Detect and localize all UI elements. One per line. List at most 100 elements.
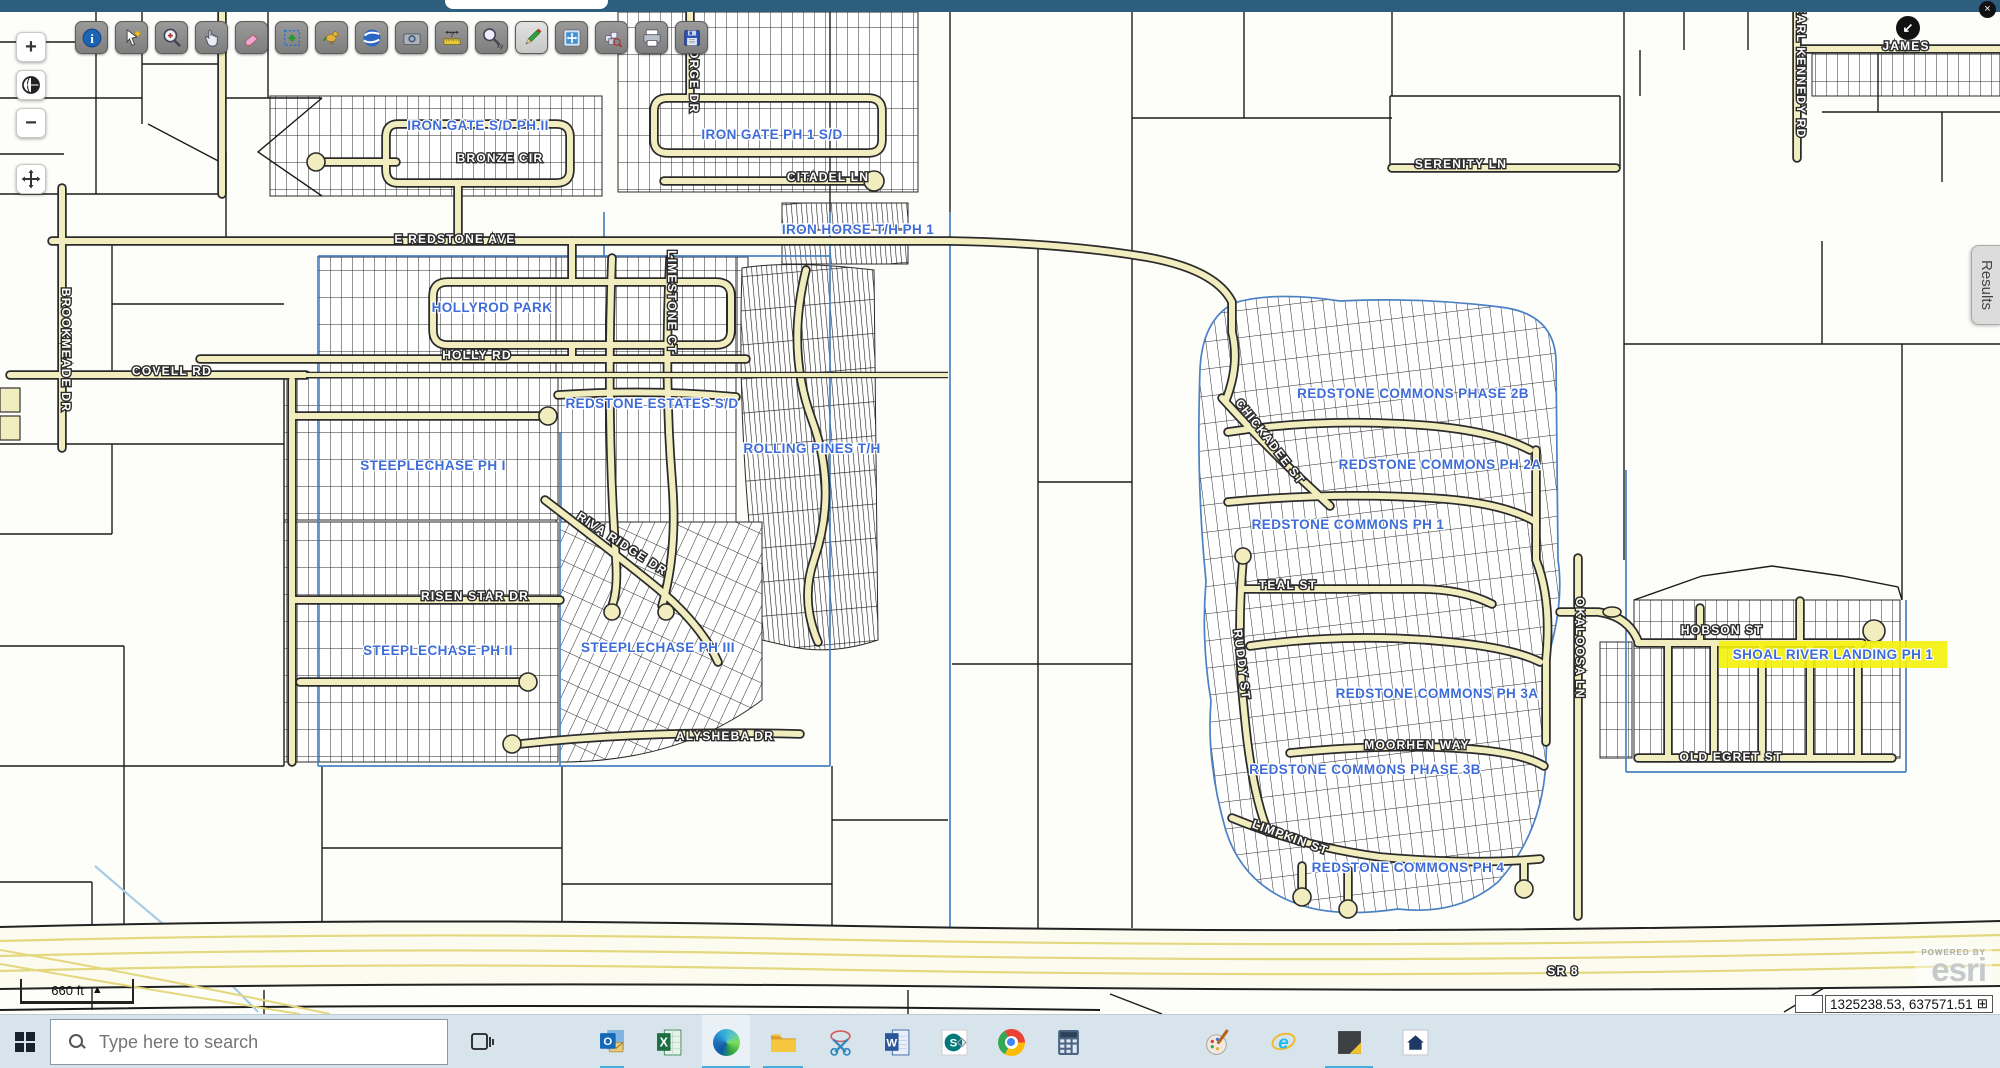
search-input[interactable] <box>97 1031 401 1054</box>
select-cursor-icon <box>119 25 145 51</box>
map-label: MOORHEN WAY <box>1364 738 1469 752</box>
taskbar-icon-paint[interactable] <box>1193 1015 1241 1068</box>
svg-text:O: O <box>603 1036 612 1048</box>
taskbar-icon-calculator[interactable] <box>1044 1015 1092 1068</box>
coordinates-expand-icon[interactable]: ⊞ <box>1977 996 1988 1012</box>
overlay-collapse-button[interactable]: ↙ <box>1896 16 1920 40</box>
map-canvas[interactable]: IRON GATE S/D PH.II IRON GATE PH 1 S/D IRO… <box>0 0 2000 1014</box>
zoom-out-button[interactable]: − <box>16 108 46 138</box>
subdivision-blocks <box>270 12 2000 913</box>
map-label: HOLLYROD PARK <box>432 300 553 315</box>
print-button[interactable] <box>635 21 668 54</box>
paint-icon <box>1204 1029 1231 1056</box>
plus-icon: + <box>25 36 37 59</box>
chrome-icon <box>998 1029 1025 1056</box>
map-label: HOBSON ST <box>1681 623 1763 637</box>
taskbar-icon-outlook[interactable]: O <box>588 1015 636 1068</box>
map-label: RISEN STAR DR <box>421 589 529 603</box>
globe-icon <box>21 75 41 95</box>
esri-watermark: POWERED BY esri <box>1915 946 1992 985</box>
photo-link-button[interactable] <box>395 21 428 54</box>
map-toolbar: i ? xy <box>75 21 708 54</box>
sharepoint-icon: S <box>941 1029 968 1056</box>
add-selection-button[interactable] <box>275 21 308 54</box>
zoom-in-button[interactable]: + <box>16 32 46 62</box>
extent-icon <box>559 25 585 51</box>
taskbar-icon-chrome[interactable] <box>987 1015 1035 1068</box>
map-label: ALYSHEBA DR <box>676 729 774 743</box>
globe-home-button[interactable] <box>16 70 46 100</box>
ie-icon: e <box>1270 1029 1297 1056</box>
map-label: BROOKMEADE DR <box>59 288 73 412</box>
pan-button[interactable] <box>195 21 228 54</box>
results-panel-tab[interactable]: Results <box>1971 245 2000 325</box>
search-coordinates-button[interactable]: xy <box>475 21 508 54</box>
taskbar-icon-property-app[interactable] <box>1391 1015 1439 1068</box>
markup-pencil-button[interactable] <box>515 21 548 54</box>
task-view-button[interactable] <box>462 1026 502 1058</box>
bird-icon <box>319 25 345 51</box>
zoom-select-button[interactable] <box>155 21 188 54</box>
query-objects-button[interactable] <box>595 21 628 54</box>
house-icon <box>1402 1029 1429 1056</box>
save-button[interactable] <box>675 21 708 54</box>
map-label: REDSTONE COMMONS PH 2A <box>1339 457 1542 472</box>
start-button[interactable] <box>10 1028 40 1056</box>
taskbar-icon-edge[interactable] <box>702 1015 750 1068</box>
map-label: OKALOOSA LN <box>1573 597 1587 698</box>
pan-position-button[interactable] <box>16 164 46 194</box>
svg-text:W: W <box>886 1037 897 1049</box>
map-label: LIMESTONE CT <box>665 250 679 354</box>
scale-label: 660 ft <box>51 983 84 998</box>
map-label: STEEPLECHASE PH II <box>363 643 513 658</box>
svg-text:S: S <box>949 1037 957 1049</box>
magnifier-plus-icon <box>159 25 185 51</box>
map-label: IRON GATE S/D PH.II <box>407 118 549 133</box>
outlook-icon: O <box>599 1029 626 1056</box>
map-label: E REDSTONE AVE <box>394 232 515 246</box>
svg-text:xy: xy <box>496 42 503 49</box>
map-label: REDSTONE COMMONS PH 4 <box>1312 860 1505 875</box>
map-label: IRON HORSE T/H PH 1 <box>782 222 934 237</box>
results-tab-label: Results <box>1978 260 1995 310</box>
map-label: REDSTONE COMMONS PHASE 3B <box>1249 762 1481 777</box>
eraser-icon <box>239 25 265 51</box>
map-label: IRON GATE PH 1 S/D <box>701 127 842 142</box>
close-button[interactable]: × <box>1979 1 1996 18</box>
measure-button[interactable]: ? <box>435 21 468 54</box>
camera-icon <box>399 25 425 51</box>
taskbar-icon-sticky-notes[interactable] <box>1325 1015 1373 1068</box>
minus-icon: − <box>25 112 37 135</box>
map-label: SHOAL RIVER LANDING PH 1 <box>1733 647 1934 662</box>
select-features-button[interactable] <box>115 21 148 54</box>
google-earth-button[interactable] <box>355 21 388 54</box>
taskbar-icon-word[interactable]: W <box>873 1015 921 1068</box>
bird-eye-button[interactable] <box>315 21 348 54</box>
map-label: SR 8 <box>1547 964 1578 978</box>
map-label: STEEPLECHASE PH III <box>581 640 735 655</box>
scale-expander-icon[interactable]: ▲ <box>92 984 103 996</box>
search-icon <box>69 1034 85 1050</box>
erase-button[interactable] <box>235 21 268 54</box>
printer-icon <box>639 25 665 51</box>
coordinate-units-box[interactable] <box>1795 995 1823 1013</box>
map-label: OLD EGRET ST <box>1679 750 1782 764</box>
taskbar-icon-internet-explorer[interactable]: e <box>1259 1015 1307 1068</box>
map-label: CITADEL LN <box>787 170 869 184</box>
taskbar-icon-snipping-tool[interactable] <box>816 1015 864 1068</box>
taskbar-icon-file-explorer[interactable] <box>759 1015 807 1068</box>
map-extent-button[interactable] <box>555 21 588 54</box>
taskbar-search[interactable] <box>50 1019 448 1065</box>
pencil-icon <box>519 25 545 51</box>
svg-text:X: X <box>659 1035 668 1049</box>
magnifier-xy-icon: xy <box>479 25 505 51</box>
title-bar <box>0 0 2000 12</box>
pinned-apps-group-1: O X W S <box>588 1015 1092 1068</box>
gis-application-window: IRON GATE S/D PH.II IRON GATE PH 1 S/D IRO… <box>0 0 2000 1068</box>
identify-button[interactable]: i <box>75 21 108 54</box>
pinned-apps-group-2: e <box>1193 1015 1439 1068</box>
svg-text:i: i <box>90 30 94 45</box>
taskbar-icon-excel[interactable]: X <box>645 1015 693 1068</box>
taskbar-icon-sharepoint[interactable]: S <box>930 1015 978 1068</box>
yellow-parcels <box>0 388 20 440</box>
